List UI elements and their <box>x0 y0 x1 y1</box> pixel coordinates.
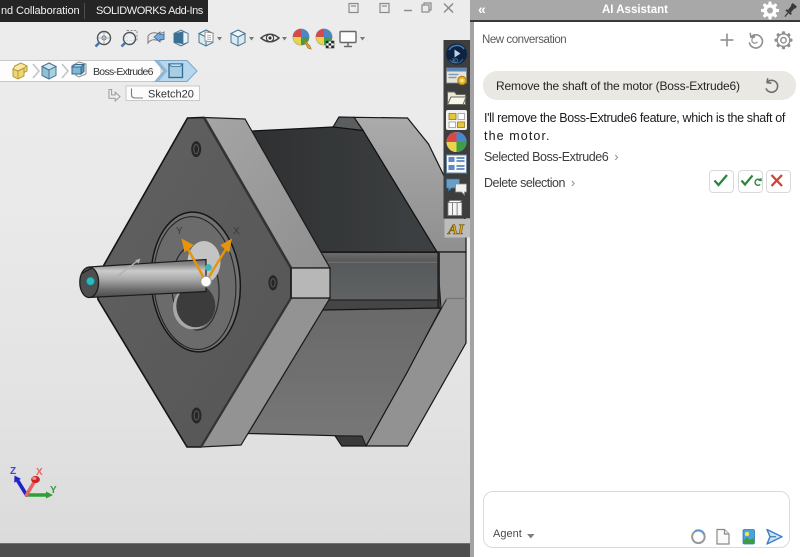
svg-text:AI: AI <box>447 222 465 238</box>
svg-text:Sketch20: Sketch20 <box>148 89 194 101</box>
svg-text:Y: Y <box>176 226 183 237</box>
svg-text:X: X <box>233 226 240 237</box>
svg-text:Z: Z <box>10 466 16 477</box>
svg-text:Y: Y <box>50 485 57 496</box>
svg-text:3D: 3D <box>452 59 459 65</box>
svg-text:Boss-Extrude6: Boss-Extrude6 <box>93 66 154 78</box>
svg-text:X: X <box>36 467 43 478</box>
